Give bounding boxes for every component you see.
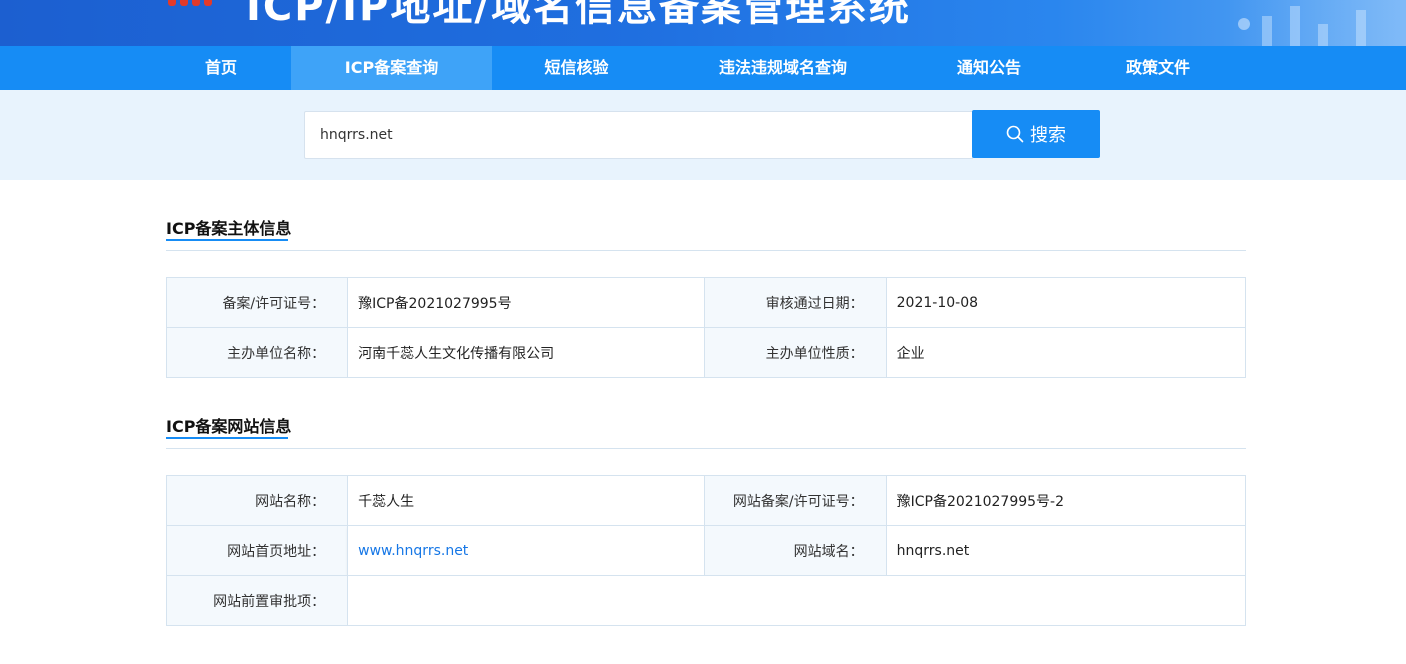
- site-license-label: 网站备案/许可证号：: [704, 475, 887, 526]
- table-row: 网站首页地址： www.hnqrrs.net 网站域名： hnqrrs.net: [165, 525, 1247, 576]
- site-name-label: 网站名称：: [165, 475, 349, 526]
- search-input[interactable]: [304, 111, 973, 159]
- license-number-label: 备案/许可证号：: [165, 277, 349, 328]
- section-title-underline: [166, 239, 288, 241]
- nav-policy-docs[interactable]: 政策文件: [1074, 46, 1242, 90]
- table-row: 主办单位名称： 河南千蕊人生文化传播有限公司 主办单位性质： 企业: [165, 327, 1247, 378]
- search-icon: [1006, 125, 1024, 143]
- main-nav: 首页 ICP备案查询 短信核验 违法违规域名查询 通知公告 政策文件: [0, 46, 1406, 90]
- skyline-decoration: [1226, 0, 1406, 46]
- table-row: 备案/许可证号： 豫ICP备2021027995号 审核通过日期： 2021-1…: [165, 277, 1247, 328]
- table-row: 网站前置审批项：: [165, 575, 1246, 626]
- header-banner: ICP/IP地址/域名信息备案管理系统: [0, 0, 1406, 46]
- site-section-title: ICP备案网站信息: [166, 417, 292, 436]
- section-divider: [166, 250, 1246, 251]
- organizer-type-label: 主办单位性质：: [704, 327, 887, 378]
- search-button-label: 搜索: [1030, 125, 1066, 146]
- system-title: ICP/IP地址/域名信息备案管理系统: [246, 0, 911, 30]
- search-button[interactable]: 搜索: [972, 110, 1100, 158]
- nav-sms-verify[interactable]: 短信核验: [492, 46, 661, 90]
- pre-approval-label: 网站前置审批项：: [165, 575, 349, 626]
- organizer-name-value: 河南千蕊人生文化传播有限公司: [347, 327, 706, 378]
- nav-notices[interactable]: 通知公告: [905, 46, 1073, 90]
- organizer-type-value: 企业: [885, 327, 1247, 378]
- homepage-url-label: 网站首页地址：: [165, 525, 349, 576]
- decoration-bar: [1262, 16, 1272, 46]
- site-license-value: 豫ICP备2021027995号-2: [885, 475, 1247, 526]
- site-name-value: 千蕊人生: [347, 475, 706, 526]
- site-domain-value: hnqrrs.net: [885, 525, 1247, 576]
- section-divider: [166, 448, 1246, 449]
- homepage-url-link[interactable]: www.hnqrrs.net: [347, 525, 706, 576]
- decoration-bar: [1290, 6, 1300, 46]
- pre-approval-value: [347, 575, 1246, 626]
- emblem-logo: [168, 0, 216, 8]
- decoration-bar: [1318, 24, 1328, 46]
- approval-date-value: 2021-10-08: [885, 277, 1247, 328]
- organizer-name-label: 主办单位名称：: [165, 327, 349, 378]
- table-row: 网站名称： 千蕊人生 网站备案/许可证号： 豫ICP备2021027995号-2: [165, 475, 1247, 526]
- site-domain-label: 网站域名：: [704, 525, 887, 576]
- nav-icp-query[interactable]: ICP备案查询: [291, 46, 492, 90]
- section-title-underline: [166, 437, 288, 439]
- license-number-value: 豫ICP备2021027995号: [347, 277, 706, 328]
- site-info-table: 网站名称： 千蕊人生 网站备案/许可证号： 豫ICP备2021027995号-2…: [165, 475, 1247, 626]
- search-band: 搜索: [0, 90, 1406, 180]
- subject-info-table: 备案/许可证号： 豫ICP备2021027995号 审核通过日期： 2021-1…: [165, 277, 1247, 378]
- decoration-dot: [1238, 18, 1250, 30]
- decoration-bar: [1356, 10, 1366, 46]
- nav-illegal-domain-query[interactable]: 违法违规域名查询: [676, 46, 890, 90]
- approval-date-label: 审核通过日期：: [704, 277, 887, 328]
- nav-home[interactable]: 首页: [150, 46, 292, 90]
- subject-section-title: ICP备案主体信息: [166, 219, 292, 238]
